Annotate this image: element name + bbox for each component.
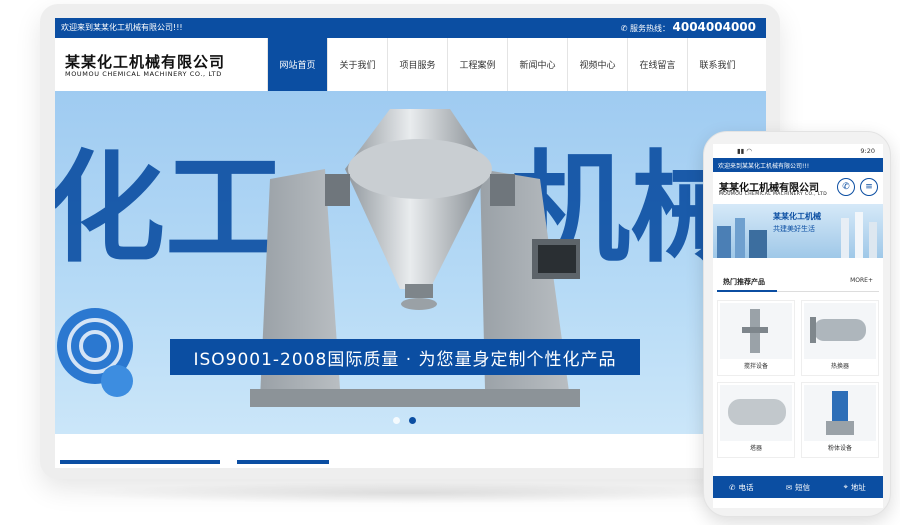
- more-link[interactable]: MORE+: [850, 277, 873, 284]
- nav-item-about[interactable]: 关于我们: [327, 38, 387, 91]
- hotline-label: 服务热线：: [629, 24, 670, 33]
- footer-address-button[interactable]: ⌖ 地址: [826, 476, 883, 498]
- main-nav: 网站首页 关于我们 项目服务 工程案例 新闻中心 视频中心 在线留言 联系我们: [267, 38, 747, 91]
- factory-towers-image: [841, 212, 877, 258]
- product-name: 塔器: [749, 445, 762, 452]
- footer-sms-button[interactable]: ✉ 短信: [770, 476, 827, 498]
- mobile-device-frame: ▮▮ ◠ 9:20 欢迎来到某某化工机械有限公司!!! 某某化工机械有限公司 M…: [703, 131, 891, 517]
- powder-equipment-icon: [804, 385, 876, 441]
- footer-label: 短信: [795, 482, 811, 492]
- mobile-welcome-bar: 欢迎来到某某化工机械有限公司!!!: [713, 158, 883, 172]
- section-bar-right: [237, 460, 329, 464]
- nav-item-home[interactable]: 网站首页: [267, 38, 327, 91]
- footer-call-button[interactable]: ✆ 电话: [713, 476, 770, 498]
- nav-item-services[interactable]: 项目服务: [387, 38, 447, 91]
- hotline-number[interactable]: 4004004000: [673, 20, 757, 34]
- desktop-shadow: [70, 482, 750, 504]
- desktop-screen: 欢迎来到某某化工机械有限公司!!! ✆ 服务热线： 4004004000 某某化…: [55, 18, 766, 468]
- mobile-header: 某某化工机械有限公司 MOUMOU CHEMICAL MACHINERY CO.…: [713, 172, 883, 204]
- product-card[interactable]: 塔器: [717, 382, 795, 458]
- product-card[interactable]: 热换器: [801, 300, 879, 376]
- message-icon: ✉: [785, 482, 793, 492]
- nav-item-video[interactable]: 视频中心: [567, 38, 627, 91]
- signal-icon: ▮▮ ◠: [737, 147, 752, 155]
- desktop-topbar: 欢迎来到某某化工机械有限公司!!! ✆ 服务热线： 4004004000: [55, 18, 766, 38]
- mobile-screen: ▮▮ ◠ 9:20 欢迎来到某某化工机械有限公司!!! 某某化工机械有限公司 M…: [713, 144, 883, 508]
- nav-item-message[interactable]: 在线留言: [627, 38, 687, 91]
- mobile-section-header: 热门推荐产品 MORE+: [717, 272, 879, 292]
- buildings-image: [717, 218, 767, 258]
- carousel-dot[interactable]: [393, 417, 400, 424]
- banner-slogan: ISO9001-2008国际质量 · 为您量身定制个性化产品: [170, 339, 640, 375]
- hero-banner[interactable]: 化工 机械 ISO9001-2008国际质量 · 为您量身定制个性化产品: [55, 91, 766, 434]
- nav-item-contact[interactable]: 联系我们: [687, 38, 747, 91]
- decorative-spheres-icon: [57, 308, 133, 397]
- mobile-banner[interactable]: 某某化工机械 共建美好生活: [713, 204, 883, 258]
- mixer-icon: [720, 303, 792, 359]
- phone-call-icon[interactable]: ✆: [837, 178, 855, 196]
- product-card[interactable]: 搅拌设备: [717, 300, 795, 376]
- product-name: 搅拌设备: [743, 363, 768, 370]
- status-time: 9:20: [860, 147, 875, 155]
- desktop-header: 某某化工机械有限公司 MOUMOU CHEMICAL MACHINERY CO.…: [55, 38, 766, 91]
- menu-icon[interactable]: ≡: [860, 178, 878, 196]
- section-title: 热门推荐产品: [717, 278, 777, 292]
- phone-icon: ✆: [620, 24, 630, 33]
- carousel-dots: [393, 417, 416, 424]
- mobile-footer-bar: ✆ 电话 ✉ 短信 ⌖ 地址: [713, 476, 883, 498]
- heat-exchanger-icon: [804, 303, 876, 359]
- logo-subtitle: MOUMOU CHEMICAL MACHINERY CO., LTD: [65, 70, 222, 78]
- product-card[interactable]: 粉体设备: [801, 382, 879, 458]
- hotline: ✆ 服务热线： 4004004000: [621, 20, 756, 34]
- logo-title[interactable]: 某某化工机械有限公司: [65, 51, 225, 72]
- product-name: 粉体设备: [827, 445, 852, 452]
- phone-icon: ✆: [729, 482, 736, 492]
- footer-label: 电话: [738, 482, 754, 492]
- nav-item-news[interactable]: 新闻中心: [507, 38, 567, 91]
- mobile-banner-line2: 共建美好生活: [773, 225, 815, 233]
- tower-vessel-icon: [720, 385, 792, 441]
- mobile-logo-subtitle: MOUMOU CHEMICAL MACHINERY CO., LTD: [719, 192, 828, 197]
- footer-label: 地址: [850, 482, 866, 492]
- mobile-banner-line1: 某某化工机械: [773, 212, 821, 221]
- mobile-status-bar: ▮▮ ◠ 9:20: [713, 144, 883, 158]
- product-name: 热换器: [830, 363, 849, 370]
- nav-item-cases[interactable]: 工程案例: [447, 38, 507, 91]
- welcome-text: 欢迎来到某某化工机械有限公司!!!: [61, 23, 183, 32]
- location-icon: ⌖: [843, 482, 848, 491]
- section-bar-left: [60, 460, 220, 464]
- carousel-dot-active[interactable]: [409, 417, 416, 424]
